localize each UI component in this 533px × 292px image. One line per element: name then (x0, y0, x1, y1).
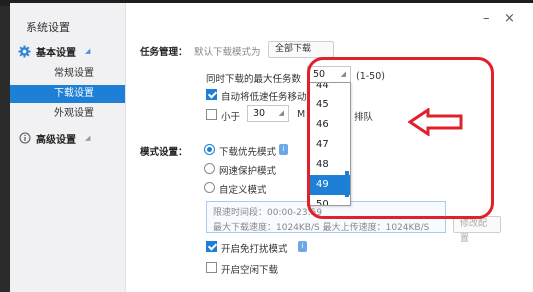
sidebar-group-label: 基本设置 (36, 47, 76, 59)
download-priority-radio[interactable] (204, 144, 215, 155)
auto-move-label: 自动将低速任务移动至 (221, 92, 307, 103)
max-tasks-range: (1-50) (356, 71, 385, 82)
max-tasks-label: 同时下载的最大任务数 (206, 74, 302, 85)
sidebar-group-basic[interactable]: 基本设置 ◢ (18, 43, 90, 59)
queue-label: 排队 (354, 112, 374, 123)
dropdown-option[interactable]: 46 (308, 115, 350, 135)
sidebar-title: 系统设置 (26, 21, 70, 34)
max-speed-text: 最大下载速度：1024KB/S 最大上传速度：1024KB/S (213, 223, 430, 233)
max-tasks-select[interactable]: 50 ◢ (307, 66, 351, 83)
info-icon[interactable]: i (279, 144, 288, 155)
annotation-arrow-icon (408, 108, 463, 136)
caret-down-icon: ◢ (85, 134, 91, 142)
modify-config-button[interactable]: 修改配置 (453, 216, 501, 244)
mode-settings-label: 模式设置： (140, 147, 188, 158)
info-icon[interactable]: i (298, 241, 307, 252)
no-disturb-checkbox[interactable] (206, 241, 217, 252)
sidebar: 系统设置 基本设置 ◢ 常规设置 下载设置 外观设置 高级设置 ◢ (10, 3, 126, 292)
idle-download-label: 开启空闲下载 (221, 265, 279, 276)
custom-mode-label: 自定义模式 (219, 185, 267, 196)
max-tasks-value: 50 (313, 69, 326, 80)
no-disturb-label: 开启免打扰模式 (221, 244, 288, 255)
info-circle-icon (18, 132, 31, 145)
time-limit-text: 限速时间段：00:00-23:59 (213, 208, 323, 218)
default-download-label: 默认下载模式为 (194, 47, 261, 58)
dropdown-arrow-icon: ◢ (340, 70, 346, 78)
custom-mode-radio[interactable] (204, 182, 215, 193)
network-protect-radio[interactable] (204, 163, 215, 174)
sidebar-item-download[interactable]: 下载设置 (10, 85, 125, 103)
dropdown-option-selected[interactable]: 49 (308, 175, 350, 195)
settings-dialog: 系统设置 基本设置 ◢ 常规设置 下载设置 外观设置 高级设置 ◢ – × 任务… (10, 3, 533, 292)
dropdown-option[interactable]: 48 (308, 155, 350, 175)
auto-move-checkbox[interactable] (206, 89, 217, 100)
unit-label: M (297, 109, 306, 120)
default-download-mode-button[interactable]: 全部下载 (268, 41, 334, 58)
sidebar-group-advanced[interactable]: 高级设置 ◢ (18, 130, 90, 146)
dropdown-option[interactable]: 47 (308, 135, 350, 155)
dropdown-arrow-icon: ◢ (278, 109, 284, 117)
task-management-label: 任务管理： (140, 47, 188, 58)
network-protect-label: 网速保护模式 (219, 166, 277, 177)
sidebar-item-general[interactable]: 常规设置 (10, 65, 125, 83)
max-tasks-dropdown-list: 44 45 46 47 48 49 50 (307, 82, 351, 206)
dropdown-option[interactable]: 45 (308, 95, 350, 115)
main-panel: 任务管理： 默认下载模式为 全部下载 同时下载的最大任务数 50 ◢ (1-50… (126, 3, 533, 292)
gear-icon (18, 45, 31, 58)
sidebar-item-appearance[interactable]: 外观设置 (10, 105, 125, 123)
dropdown-option[interactable]: 44 (308, 83, 350, 95)
dropdown-scrollbar[interactable] (345, 171, 349, 197)
less-than-value: 30 (253, 108, 266, 119)
download-priority-label: 下载优先模式 (219, 147, 277, 158)
dropdown-option[interactable]: 50 (308, 195, 350, 205)
idle-download-checkbox[interactable] (206, 262, 217, 273)
less-than-label: 小于 (221, 112, 241, 123)
sidebar-group-label: 高级设置 (36, 134, 76, 146)
caret-down-icon: ◢ (85, 47, 91, 55)
less-than-checkbox[interactable] (206, 109, 217, 120)
less-than-input[interactable]: 30 ◢ (247, 105, 289, 122)
